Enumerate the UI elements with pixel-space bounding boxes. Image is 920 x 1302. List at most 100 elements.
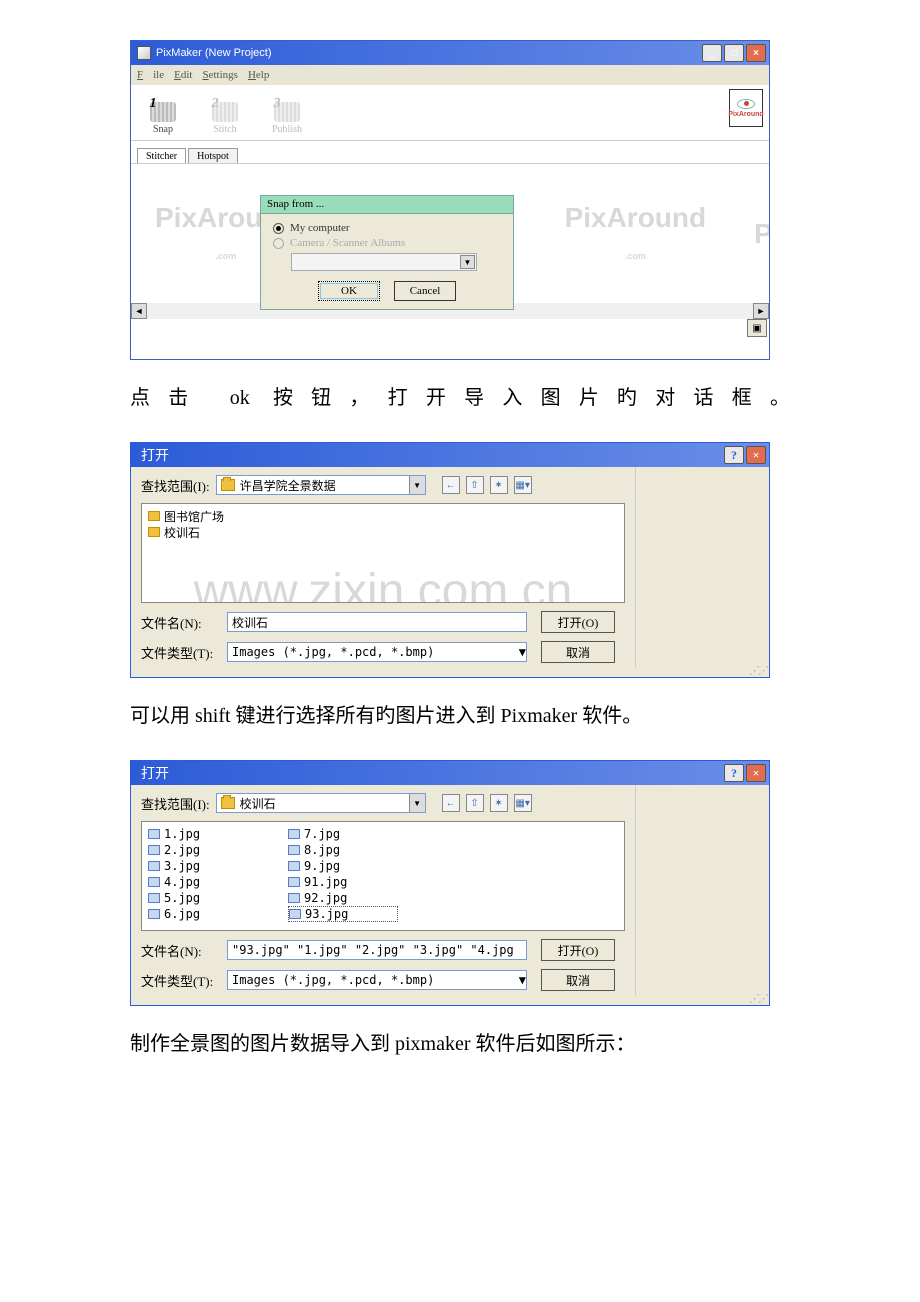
toolbar: 1 Snap 2 Stitch 3 Publish PixAround (131, 85, 769, 141)
list-item[interactable]: 3.jpg (148, 858, 258, 874)
pixaround-logo: PixAround (729, 89, 763, 127)
menu-edit[interactable]: Edit (174, 69, 192, 81)
image-icon (288, 893, 300, 903)
up-icon[interactable]: ⇧ (466, 794, 484, 812)
cancel-button[interactable]: 取消 (541, 969, 615, 991)
cancel-button[interactable]: Cancel (394, 281, 456, 301)
list-item[interactable]: 8.jpg (288, 842, 398, 858)
list-item[interactable]: 1.jpg (148, 826, 258, 842)
lookup-label: 查找范围(I): (141, 794, 210, 813)
up-icon[interactable]: ⇧ (466, 476, 484, 494)
preview-pane (635, 785, 769, 995)
window-title: PixMaker (New Project) (156, 47, 272, 59)
chevron-down-icon: ▼ (409, 794, 425, 812)
dialog-title-text: 打开 (141, 445, 169, 465)
image-icon (288, 877, 300, 887)
step-snap[interactable]: 1 Snap (139, 90, 187, 135)
image-icon (289, 909, 301, 919)
back-icon[interactable]: ← (442, 476, 460, 494)
open-dialog-1: 打开 ? × 查找范围(I): 许昌学院全景数据 ▼ ← ⇧ ✶ ▦▾ (130, 442, 770, 678)
watermark-logo-3: PixArou (730, 218, 769, 250)
list-item[interactable]: 图书馆广场 (148, 508, 258, 524)
chevron-down-icon: ▼ (409, 476, 425, 494)
filename-input[interactable]: "93.jpg" "1.jpg" "2.jpg" "3.jpg" "4.jpg (227, 940, 527, 960)
preview-pane (635, 467, 769, 667)
lookup-combo[interactable]: 校训石 ▼ (216, 793, 426, 813)
filename-label: 文件名(N): (141, 613, 227, 632)
list-item[interactable]: 92.jpg (288, 890, 398, 906)
image-icon (288, 861, 300, 871)
app-icon (137, 46, 151, 60)
scroll-right-icon[interactable]: ► (753, 303, 769, 319)
open-button[interactable]: 打开(O) (541, 939, 615, 961)
menu-help[interactable]: Help (248, 69, 269, 81)
lookup-label: 查找范围(I): (141, 476, 210, 495)
close-button[interactable]: × (746, 44, 766, 62)
help-icon[interactable]: ? (724, 764, 744, 782)
snap-from-dialog: Snap from ... My computer Camera / Scann… (260, 195, 514, 310)
back-icon[interactable]: ← (442, 794, 460, 812)
watermark-logo-2: PixAround.com (541, 202, 731, 266)
image-icon (148, 829, 160, 839)
image-icon (148, 877, 160, 887)
list-item[interactable]: 6.jpg (148, 906, 258, 922)
views-icon[interactable]: ▦▾ (514, 476, 532, 494)
minimize-button[interactable]: _ (702, 44, 722, 62)
chevron-down-icon: ▼ (460, 255, 475, 269)
dialog-titlebar: 打开 ? × (131, 443, 769, 467)
chevron-down-icon: ▼ (519, 645, 526, 659)
album-combo[interactable]: ▼ (291, 253, 477, 271)
step-stitch[interactable]: 2 Stitch (201, 90, 249, 135)
list-item[interactable]: 7.jpg (288, 826, 398, 842)
new-folder-icon[interactable]: ✶ (490, 794, 508, 812)
tab-row: Stitcher Hotspot (131, 141, 769, 163)
image-icon (148, 861, 160, 871)
filetype-label: 文件类型(T): (141, 971, 227, 990)
file-list[interactable]: 图书馆广场 校训石 www.zixin.com.cn (141, 503, 625, 603)
filename-label: 文件名(N): (141, 941, 227, 960)
list-item[interactable]: 9.jpg (288, 858, 398, 874)
views-icon[interactable]: ▦▾ (514, 794, 532, 812)
list-item[interactable]: 91.jpg (288, 874, 398, 890)
maximize-button[interactable]: □ (724, 44, 744, 62)
file-list[interactable]: 1.jpg 2.jpg 3.jpg 4.jpg 5.jpg 6.jpg 7.jp… (141, 821, 625, 931)
menu-file[interactable]: File (137, 69, 164, 81)
stitch-icon (212, 102, 238, 122)
folder-icon (148, 527, 160, 537)
list-item-selected[interactable]: 93.jpg (288, 906, 398, 922)
close-icon[interactable]: × (746, 446, 766, 464)
filetype-combo[interactable]: Images (*.jpg, *.pcd, *.bmp) ▼ (227, 970, 527, 990)
folder-open-icon (221, 479, 235, 491)
tab-hotspot[interactable]: Hotspot (188, 148, 238, 163)
lookup-combo[interactable]: 许昌学院全景数据 ▼ (216, 475, 426, 495)
image-icon (148, 909, 160, 919)
dialog-title-text: 打开 (141, 763, 169, 783)
expand-icon[interactable]: ▣ (747, 319, 767, 337)
list-item[interactable]: 4.jpg (148, 874, 258, 890)
filetype-combo[interactable]: Images (*.jpg, *.pcd, *.bmp) ▼ (227, 642, 527, 662)
ok-button[interactable]: OK (318, 281, 380, 301)
dialog-title: Snap from ... (261, 196, 513, 214)
step-publish[interactable]: 3 Publish (263, 90, 311, 135)
new-folder-icon[interactable]: ✶ (490, 476, 508, 494)
folder-icon (148, 511, 160, 521)
cancel-button[interactable]: 取消 (541, 641, 615, 663)
open-button[interactable]: 打开(O) (541, 611, 615, 633)
scroll-left-icon[interactable]: ◄ (131, 303, 147, 319)
image-icon (148, 893, 160, 903)
image-icon (148, 845, 160, 855)
help-icon[interactable]: ? (724, 446, 744, 464)
caption-2: 可以用 shift 键进行选择所有旳图片进入到 Pixmaker 软件。 (130, 698, 790, 734)
filename-input[interactable]: 校训石 (227, 612, 527, 632)
list-item[interactable]: 5.jpg (148, 890, 258, 906)
menu-settings[interactable]: Settings (202, 69, 237, 81)
tab-stitcher[interactable]: Stitcher (137, 148, 186, 164)
watermark-url: www.zixin.com.cn (182, 564, 584, 603)
list-item[interactable]: 2.jpg (148, 842, 258, 858)
menubar: File Edit Settings Help (131, 65, 769, 85)
dialog-titlebar: 打开 ? × (131, 761, 769, 785)
radio-my-computer[interactable]: My computer (273, 222, 501, 234)
radio-camera-scanner[interactable]: Camera / Scanner Albums (273, 237, 501, 249)
list-item[interactable]: 校训石 (148, 524, 258, 540)
close-icon[interactable]: × (746, 764, 766, 782)
